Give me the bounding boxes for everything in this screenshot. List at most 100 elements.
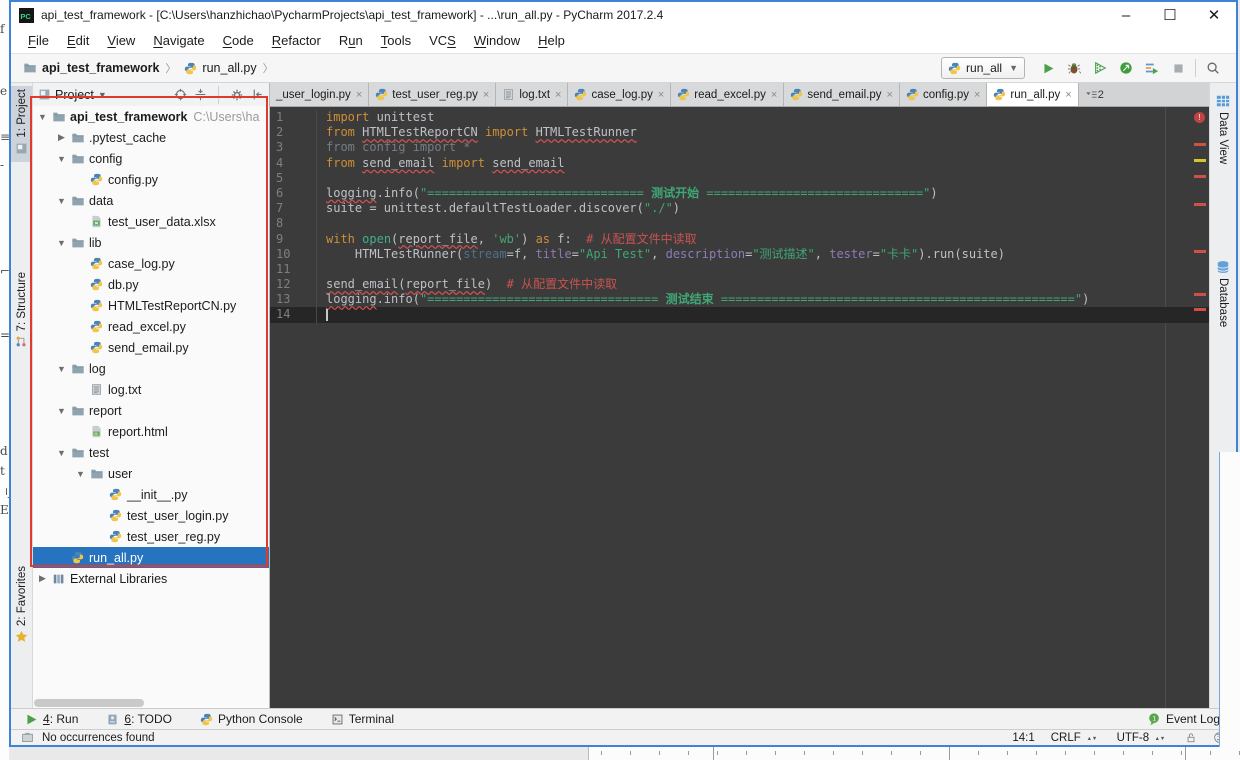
line-number[interactable]: 12 [270,277,317,293]
chevron-right-icon[interactable]: ▶ [35,573,50,584]
collapse-icon[interactable] [194,88,207,101]
close-icon[interactable]: × [974,89,980,101]
line-number[interactable]: 2 [270,125,317,141]
code-line-1[interactable]: 1 import unittest [270,110,1209,126]
tree-item-db.py[interactable]: db.py [33,274,269,295]
menu-help[interactable]: Help [529,33,574,48]
code-line-8[interactable]: 8 [270,216,1209,232]
menu-tools[interactable]: Tools [372,33,420,48]
code-line-13[interactable]: 13 logging.info("========================… [270,292,1209,308]
code-line-12[interactable]: 12 send_email(report_file) # 从配置文件中读取 [270,277,1209,293]
tree-item-test_user_reg.py[interactable]: test_user_reg.py [33,526,269,547]
chevron-down-icon[interactable]: ▼ [54,196,69,206]
code-line-10[interactable]: 10 HTMLTestRunner(stream=f, title="Api T… [270,246,1209,262]
error-stripe-mark[interactable] [1194,250,1206,253]
tool-button-dataview[interactable]: Data View [1210,87,1236,167]
tree-item-config[interactable]: ▼ config [33,148,269,169]
menu-code[interactable]: Code [214,33,263,48]
menu-refactor[interactable]: Refactor [263,33,330,48]
tree-item-user[interactable]: ▼ user [33,463,269,484]
breadcrumb-item[interactable]: api_test_framework [42,61,159,75]
tool-button-database[interactable]: Database [1210,253,1236,330]
tree-item-read_excel.py[interactable]: read_excel.py [33,316,269,337]
menu-file[interactable]: File [19,33,58,48]
code-line-3[interactable]: 3 from config import * [270,140,1209,156]
line-number[interactable]: 8 [270,216,317,232]
file-encoding[interactable]: UTF-8 ▲▼ [1117,732,1169,744]
tree-item-test[interactable]: ▼ test [33,442,269,463]
chevron-down-icon[interactable]: ▼ [54,154,69,164]
profile-button[interactable] [1113,57,1139,79]
run-configuration-select[interactable]: run_all ▼ [941,57,1025,79]
horizontal-scrollbar[interactable] [34,699,144,707]
tab-config.py[interactable]: config.py × [899,83,988,106]
close-button[interactable]: ✕ [1192,3,1236,27]
tab-test_user_reg.py[interactable]: test_user_reg.py × [369,83,497,106]
gear-icon[interactable] [230,88,244,102]
line-number[interactable]: 4 [270,155,317,171]
menu-vcs[interactable]: VCS [420,33,465,48]
tab-send_email.py[interactable]: send_email.py × [784,83,900,106]
minimize-button[interactable]: – [1104,3,1148,27]
chevron-right-icon[interactable]: ▶ [54,132,69,143]
close-icon[interactable]: × [356,89,362,101]
maximize-button[interactable]: ☐ [1148,3,1192,27]
tree-item-lib[interactable]: ▼ lib [33,232,269,253]
caret-position[interactable]: 14:1 [1012,732,1034,744]
tree-item-__init__.py[interactable]: __init__.py [33,484,269,505]
close-icon[interactable]: × [887,89,893,101]
tool-button-pythonconsole[interactable]: Python Console [200,712,303,726]
tree-item-api_test_framework[interactable]: ▼ api_test_framework C:\Users\ha [33,106,269,127]
tab-read_excel.py[interactable]: read_excel.py × [671,83,785,106]
code-line-11[interactable]: 11 [270,261,1209,278]
line-number[interactable]: 7 [270,201,317,217]
tab-_user_login.py[interactable]: _user_login.py × [270,83,370,106]
chevron-down-icon[interactable]: ▼ [73,469,88,479]
code-line-6[interactable]: 6 logging.info("=========================… [270,185,1209,202]
tool-button-todo[interactable]: 6: TODO [106,712,172,726]
tree-item-test_user_data.xlsx[interactable]: test_user_data.xlsx [33,211,269,232]
tool-button-structure[interactable]: 7: Structure [11,269,32,355]
menu-view[interactable]: View [98,33,144,48]
error-stripe-mark[interactable] [1194,175,1206,178]
run-configurations-button[interactable] [1139,57,1165,79]
tree-item-externallibraries[interactable]: ▶ External Libraries [33,568,269,589]
tree-item-config.py[interactable]: config.py [33,169,269,190]
tree-item-report[interactable]: ▼ report [33,400,269,421]
error-stripe-mark[interactable] [1194,308,1206,311]
chevron-down-icon[interactable]: ▼ [54,406,69,416]
code-line-14[interactable]: 14 [270,307,1209,323]
code-line-7[interactable]: 7 suite = unittest.defaultTestLoader.disc… [270,201,1209,217]
menu-run[interactable]: Run [330,33,372,48]
toolbox-icon[interactable] [21,731,34,744]
tool-button-project[interactable]: 1: Project [11,86,32,162]
code-editor[interactable]: 1 import unittest 2 from HTMLTestReportCN i… [270,107,1209,708]
line-number[interactable]: 10 [270,246,317,262]
error-stripe-mark[interactable] [1194,203,1206,206]
tool-button-terminal[interactable]: Terminal [331,712,394,726]
tree-item-send_email.py[interactable]: send_email.py [33,337,269,358]
run-with-coverage-button[interactable] [1087,57,1113,79]
close-icon[interactable]: × [658,89,664,101]
run-button[interactable] [1035,57,1061,79]
code-line-4[interactable]: 4 from send_email import send_email [270,155,1209,171]
tool-button-favorites[interactable]: 2: Favorites [11,563,32,650]
line-number[interactable]: 11 [270,261,317,278]
chevron-down-icon[interactable]: ▼ [35,112,50,122]
event-log-button[interactable]: 1 Event Log [1147,712,1220,726]
tab-case_log.py[interactable]: case_log.py × [568,83,672,106]
line-separator[interactable]: CRLF ▲▼ [1051,732,1101,744]
line-number[interactable]: 14 [270,307,317,323]
code-line-9[interactable]: 9 with open(report_file, 'wb') as f: # 从配… [270,231,1209,247]
tree-item-run_all.py[interactable]: run_all.py [33,547,269,568]
chevron-down-icon[interactable]: ▼ [54,448,69,458]
error-stripe-mark[interactable] [1194,143,1206,146]
close-icon[interactable]: × [483,89,489,101]
line-number[interactable]: 3 [270,140,317,156]
close-icon[interactable]: × [771,89,777,101]
tree-item-.pytest_cache[interactable]: ▶ .pytest_cache [33,127,269,148]
close-icon[interactable]: × [555,89,561,101]
chevron-down-icon[interactable]: ▼ [54,238,69,248]
search-everywhere-button[interactable] [1200,57,1226,79]
tree-item-htmltestreportcn.py[interactable]: HTMLTestReportCN.py [33,295,269,316]
